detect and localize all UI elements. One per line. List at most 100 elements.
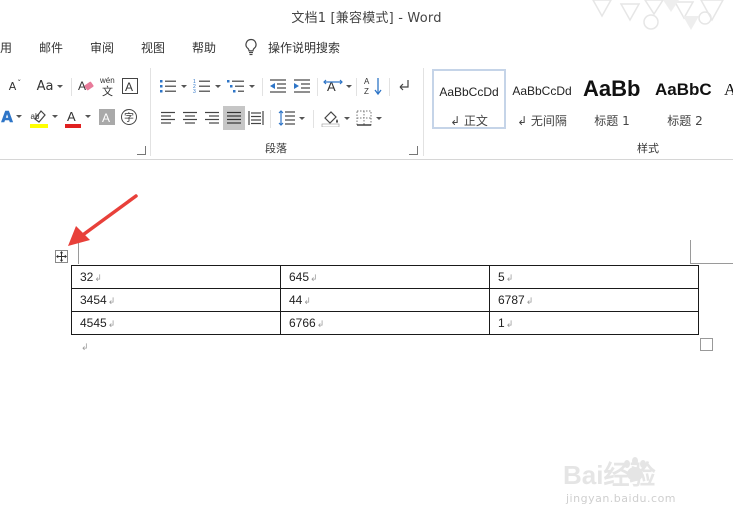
distributed-button[interactable] — [246, 108, 266, 128]
styles-group-label: 样式 — [637, 142, 659, 155]
tab-partial[interactable]: 用 — [0, 39, 12, 56]
table-resize-handle[interactable] — [700, 338, 713, 351]
table-cell[interactable]: 4545↲ — [71, 311, 281, 335]
align-right-icon — [205, 111, 219, 124]
chevron-down-icon — [376, 116, 382, 120]
table-move-handle[interactable] — [55, 250, 68, 263]
tell-me-label: 操作说明搜索 — [268, 40, 341, 55]
svg-text:wén: wén — [99, 76, 115, 85]
paragraph-mark: ↲ — [81, 343, 89, 353]
tab-mailings[interactable]: 邮件 — [39, 39, 63, 56]
paint-bucket-icon — [321, 111, 339, 127]
style-more-partial[interactable]: A — [722, 69, 733, 129]
table-cell[interactable]: 32↲ — [71, 265, 281, 289]
table-cell[interactable]: 645↲ — [280, 265, 490, 289]
phonetic-guide-button[interactable]: wén 文 — [99, 75, 119, 97]
lightbulb-icon — [245, 38, 257, 56]
table-cell[interactable]: 3454↲ — [71, 288, 281, 312]
show-hide-marks-button[interactable] — [395, 76, 413, 96]
tab-review[interactable]: 审阅 — [90, 39, 114, 56]
decrease-indent-button[interactable] — [268, 76, 288, 96]
chevron-down-icon — [298, 116, 305, 120]
change-case-button[interactable]: Aa — [34, 76, 66, 96]
margin-crop-mark — [690, 240, 691, 264]
justify-button[interactable] — [223, 106, 245, 130]
svg-text:A: A — [67, 109, 76, 124]
enclose-characters-icon: 字 — [121, 109, 137, 125]
chevron-down-icon — [52, 114, 58, 118]
paragraph-dialog-launcher[interactable] — [409, 146, 418, 155]
title-decoration — [592, 0, 724, 30]
table-cell[interactable]: 6766↲ — [280, 311, 490, 335]
sort-icon: A Z — [364, 77, 382, 96]
chevron-down-icon — [345, 84, 352, 88]
multilevel-list-button[interactable] — [226, 76, 256, 96]
clear-formatting-button[interactable]: A — [77, 76, 95, 96]
font-dialog-launcher[interactable] — [137, 146, 146, 155]
align-right-button[interactable] — [202, 108, 222, 128]
borders-button[interactable] — [353, 108, 385, 128]
style-no-spacing[interactable]: AaBbCcDd ↲ 无间隔 — [505, 69, 579, 129]
highlight-color-button[interactable]: ab — [29, 107, 51, 129]
chevron-down-icon — [343, 116, 350, 120]
svg-text:A: A — [102, 111, 110, 125]
style-heading-2[interactable]: AaBbC 标题 2 — [650, 69, 720, 129]
data-table: 32↲ 645↲ 5↲ 3454↲ 44↲ 6787↲ 4545↲ 6766↲ … — [71, 265, 699, 335]
sort-button[interactable]: A Z — [362, 75, 384, 97]
svg-text:A: A — [327, 79, 336, 94]
increase-indent-icon — [294, 79, 310, 93]
character-shading-icon: A — [99, 109, 115, 125]
table-row: 4545↲ 6766↲ 1↲ — [71, 311, 699, 335]
paragraph-group-label: 段落 — [265, 142, 287, 155]
table-cell[interactable]: 5↲ — [489, 265, 699, 289]
asian-layout-icon: A — [322, 79, 343, 94]
chevron-down-icon — [249, 84, 255, 88]
increase-indent-button[interactable] — [292, 76, 312, 96]
style-normal[interactable]: AaBbCcDd ↲ 正文 — [432, 69, 506, 129]
shading-button[interactable] — [319, 108, 351, 128]
line-spacing-icon — [278, 110, 295, 126]
multilevel-list-icon — [227, 80, 244, 93]
align-left-button[interactable] — [158, 108, 178, 128]
margin-crop-mark — [691, 263, 733, 264]
tab-help[interactable]: 帮助 — [192, 39, 216, 56]
character-border-icon: A — [122, 78, 138, 94]
bullets-button[interactable] — [158, 76, 188, 96]
align-center-icon — [183, 111, 197, 124]
ribbon-tabs: 用 邮件 审阅 视图 帮助 操作说明搜索 — [0, 34, 733, 60]
line-spacing-button[interactable] — [276, 108, 306, 128]
table-cell[interactable]: 1↲ — [489, 311, 699, 335]
text-effects-dropdown[interactable] — [16, 110, 22, 122]
chevron-down-icon — [215, 84, 221, 88]
tab-view[interactable]: 视图 — [141, 39, 165, 56]
font-color-dropdown[interactable] — [85, 110, 91, 122]
character-border-button[interactable]: A — [121, 76, 139, 96]
table-row: 3454↲ 44↲ 6787↲ — [71, 288, 699, 312]
svg-text:A: A — [125, 80, 133, 94]
asian-layout-button[interactable]: A — [322, 76, 352, 96]
chevron-down-icon — [57, 84, 64, 88]
bullets-icon — [160, 80, 176, 93]
align-left-icon — [161, 111, 175, 124]
highlight-color-dropdown[interactable] — [52, 110, 58, 122]
move-arrows-icon — [56, 251, 67, 262]
table-cell[interactable]: 6787↲ — [489, 288, 699, 312]
numbering-button[interactable]: 123 — [192, 76, 222, 96]
align-center-button[interactable] — [180, 108, 200, 128]
character-shading-button[interactable]: A — [98, 108, 116, 126]
tell-me-search[interactable]: 操作说明搜索 — [244, 36, 340, 58]
font-color-icon: A — [65, 109, 81, 128]
style-heading-1[interactable]: AaBb 标题 1 — [577, 69, 647, 129]
distributed-icon — [248, 111, 264, 125]
enclose-characters-button[interactable]: 字 — [119, 107, 139, 127]
font-color-button[interactable]: A — [63, 107, 83, 129]
svg-text:字: 字 — [124, 111, 134, 124]
ribbon: A ˇ Aa A wén 文 A A ab A A 字 1 2 3 A A Z … — [0, 62, 733, 160]
table-row: 32↲ 645↲ 5↲ — [71, 265, 699, 289]
svg-text:文: 文 — [102, 84, 113, 97]
text-effects-button[interactable]: A — [0, 107, 14, 127]
highlighter-icon: ab — [30, 110, 48, 128]
table-cell[interactable]: 44↲ — [280, 288, 490, 312]
numbering-icon: 123 — [193, 79, 210, 94]
grow-font-button[interactable]: A ˇ — [6, 76, 24, 96]
